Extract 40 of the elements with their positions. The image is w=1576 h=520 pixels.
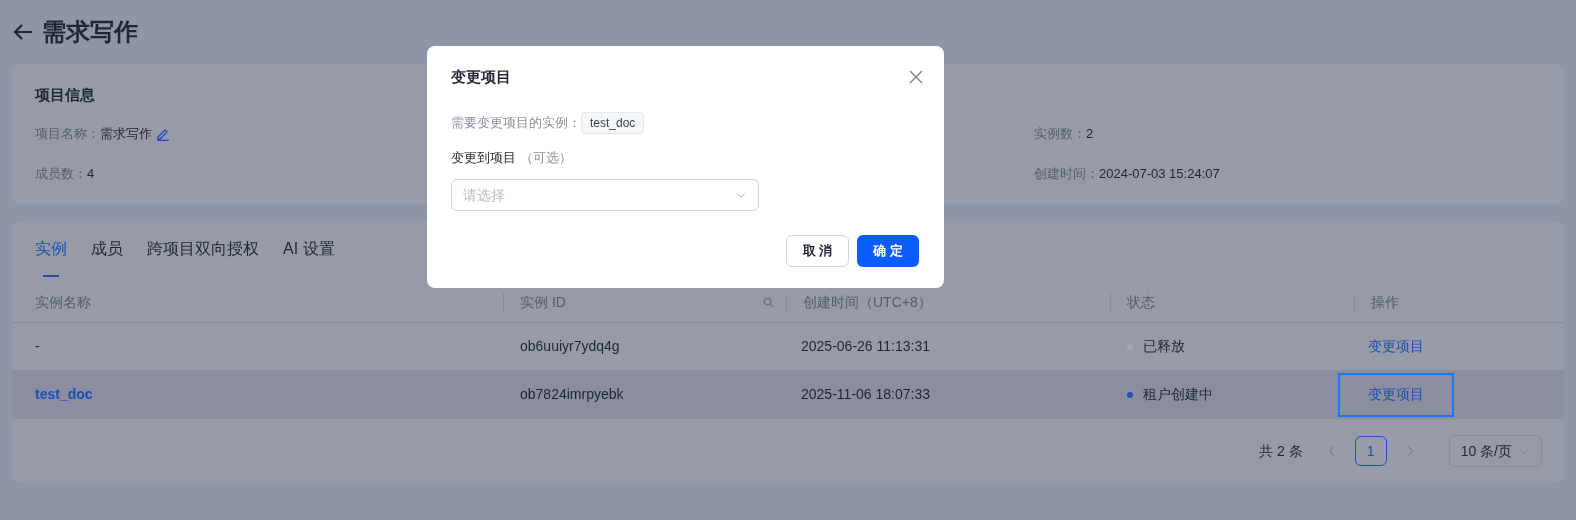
tab[interactable]: 跨项目双向授权 — [147, 237, 259, 277]
column-header: 实例 ID — [520, 293, 566, 312]
column-header: 创建时间（UTC+8） — [803, 293, 932, 312]
page-size-value: 10 条/页 — [1460, 441, 1512, 461]
page-title: 需求写作 — [42, 17, 138, 47]
instance-tag: test_doc — [581, 112, 645, 134]
close-icon[interactable] — [909, 70, 923, 84]
field-value: 2024-07-03 15:24:07 — [1099, 164, 1220, 183]
tab[interactable]: AI 设置 — [283, 237, 335, 277]
page-size-select[interactable]: 10 条/页 — [1448, 435, 1542, 467]
table-cell: ob7824imrpyebk — [520, 386, 624, 402]
column-header: 状态 — [1127, 293, 1155, 312]
status-text: 租户创建中 — [1143, 385, 1213, 404]
field-value: 需求写作 — [100, 124, 152, 143]
tab[interactable]: 实例 — [35, 237, 67, 277]
page-button[interactable]: 1 — [1354, 436, 1387, 466]
change-project-link[interactable]: 变更项目 — [1338, 324, 1454, 369]
dialog-title: 变更项目 — [451, 66, 511, 87]
field-value: 4 — [87, 164, 95, 183]
optional-hint: （可选） — [520, 149, 572, 168]
column-header: 实例名称 — [35, 293, 91, 312]
total-count: 共 2 条 — [1259, 441, 1303, 461]
instance-label: 需要变更项目的实例： — [451, 114, 581, 133]
card-title: 项目信息 — [35, 85, 96, 105]
table-cell: ob6uuiyr7ydq4g — [520, 338, 620, 354]
field-label: 项目名称： — [35, 124, 100, 143]
status-text: 已释放 — [1143, 337, 1185, 356]
field-label: 创建时间： — [1034, 164, 1099, 183]
field-label: 成员数： — [35, 164, 87, 183]
field-label: 实例数： — [1034, 124, 1086, 143]
table-cell: 2025-06-26 11:13:31 — [801, 338, 930, 354]
field-value: 2 — [1086, 124, 1094, 143]
table-cell: 2025-11-06 18:07:33 — [801, 386, 930, 402]
tab[interactable]: 成员 — [91, 237, 123, 277]
select-placeholder: 请选择 — [463, 185, 505, 205]
table-cell: - — [35, 338, 40, 354]
target-label: 变更到项目 — [451, 149, 516, 168]
column-header: 操作 — [1371, 293, 1399, 312]
confirm-button[interactable]: 确 定 — [857, 235, 919, 267]
cancel-button[interactable]: 取 消 — [785, 235, 850, 267]
